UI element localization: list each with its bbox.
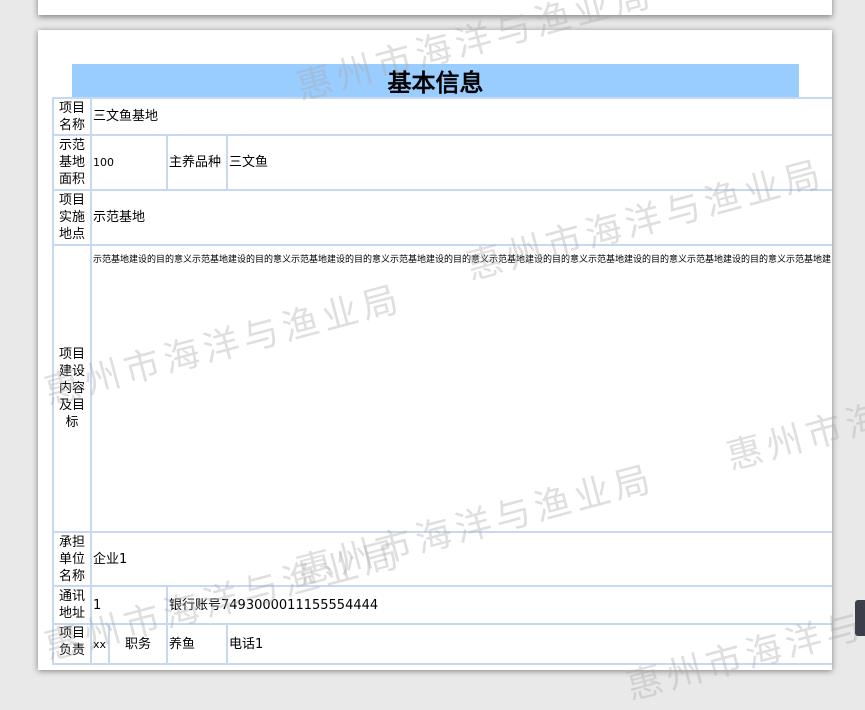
project-name-label: 项目名称: [52, 97, 92, 136]
previous-page: [38, 0, 832, 15]
table-row: 承担单位名称 企业1: [52, 531, 832, 587]
table-row: 通讯地址 1 银行账号7493000011155554444: [52, 585, 832, 625]
address-value: 1: [90, 585, 168, 625]
bank-account-label: 银行账号: [169, 597, 222, 613]
phone-cell: 电话1: [225, 623, 832, 665]
position-label: 职务: [108, 623, 168, 665]
species-value: 三文鱼: [225, 134, 832, 191]
location-value: 示范基地: [89, 189, 832, 246]
position-value: 养鱼: [166, 623, 228, 665]
content-label: 项目建设内容及目标: [52, 244, 92, 533]
content-value: 示范基地建设的目的意义示范基地建设的目的意义示范基地建设的目的意义示范基地建设的…: [93, 255, 832, 265]
project-name-value: 三文鱼基地: [89, 97, 832, 136]
content-cell: 示范基地建设的目的意义示范基地建设的目的意义示范基地建设的目的意义示范基地建设的…: [89, 244, 832, 533]
species-label: 主养品种: [166, 134, 228, 191]
table-row: 项目实施地点 示范基地: [52, 189, 832, 246]
table-row: 示范基地面积 100 主养品种 三文鱼: [52, 134, 832, 191]
bank-account-cell: 银行账号7493000011155554444: [165, 585, 832, 625]
undertaker-value: 企业1: [89, 531, 832, 587]
side-panel-toggle[interactable]: [855, 600, 865, 636]
address-label: 通讯地址: [52, 585, 92, 625]
bank-account-value: 7493000011155554444: [221, 597, 379, 613]
phone-value: 1: [255, 636, 264, 652]
document-page: 基本信息 项目名称 三文鱼基地 示范基地面积 100 主养品种 三文鱼 项目实施…: [38, 30, 832, 670]
table-row: 项目建设内容及目标 示范基地建设的目的意义示范基地建设的目的意义示范基地建设的目…: [52, 244, 832, 533]
table-row: 项目名称 三文鱼基地: [52, 97, 832, 136]
demo-area-label: 示范基地面积: [52, 134, 92, 191]
undertaker-label: 承担单位名称: [52, 531, 92, 587]
table-row: 项目负责 xx 职务 养鱼 电话1: [52, 623, 832, 665]
leader-label: 项目负责: [52, 623, 92, 665]
demo-area-value: 100: [90, 134, 168, 191]
location-label: 项目实施地点: [52, 189, 92, 246]
phone-label: 电话: [229, 636, 256, 652]
leader-name-value: xx: [90, 623, 110, 665]
basic-info-table: 项目名称 三文鱼基地 示范基地面积 100 主养品种 三文鱼 项目实施地点 示范…: [52, 97, 832, 665]
page-title: 基本信息: [72, 64, 799, 98]
